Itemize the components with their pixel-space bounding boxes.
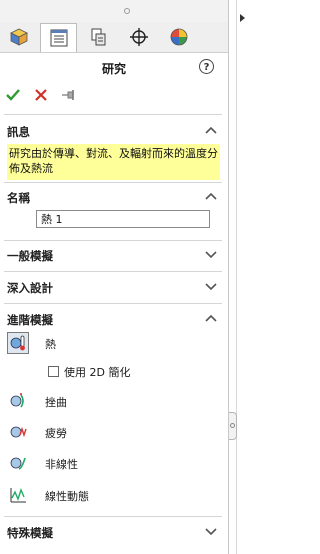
- tab-display-manager[interactable]: [160, 23, 197, 51]
- chevron-down-icon[interactable]: [205, 526, 217, 536]
- study-type-buckling[interactable]: 挫曲: [7, 390, 217, 414]
- study-type-linear-dynamic[interactable]: 線性動態: [7, 484, 217, 508]
- display-manager-icon: [170, 28, 187, 46]
- feature-manager-icon: [9, 28, 28, 46]
- section-label: 特殊模擬: [7, 526, 53, 540]
- use-2d-simplification-label: 使用 2D 簡化: [64, 366, 131, 379]
- tab-configuration-manager[interactable]: [80, 23, 117, 51]
- study-type-thermal[interactable]: 熱: [7, 332, 217, 356]
- tab-dimxpert[interactable]: [120, 23, 157, 51]
- chevron-down-icon[interactable]: [205, 281, 217, 291]
- divider: [4, 303, 222, 304]
- study-type-label: 線性動態: [45, 490, 89, 503]
- nonlinear-study-icon: [7, 452, 29, 474]
- section-label: 訊息: [7, 125, 30, 139]
- tab-feature-manager[interactable]: [0, 23, 37, 51]
- section-label: 名稱: [7, 191, 30, 205]
- pin-icon: [62, 90, 74, 100]
- keep-visible-button[interactable]: [60, 86, 78, 104]
- section-design-insight-header[interactable]: 深入設計: [0, 276, 228, 298]
- drag-handle[interactable]: [124, 8, 130, 14]
- title-bar: 研究 ?: [0, 56, 228, 80]
- study-type-label: 挫曲: [45, 396, 67, 409]
- property-manager-panel: 研究 ? 訊息 研究由於傳導、對流、及輻射而來的溫度分佈及熱流 名稱 熱 1 一…: [0, 0, 228, 554]
- message-text: 研究由於傳導、對流、及輻射而來的溫度分佈及熱流: [7, 144, 220, 180]
- section-message-header[interactable]: 訊息: [0, 120, 228, 142]
- panel-resize-grip[interactable]: [229, 412, 237, 440]
- study-type-label: 非線性: [45, 458, 78, 471]
- section-specialized-header[interactable]: 特殊模擬: [0, 521, 228, 543]
- grip-dot: [230, 423, 235, 428]
- graphics-area-edge: [229, 0, 253, 554]
- manager-tab-bar: [0, 22, 228, 53]
- thermal-study-icon: [7, 332, 29, 354]
- configuration-manager-icon: [91, 28, 105, 46]
- section-label: 深入設計: [7, 281, 53, 295]
- study-type-fatigue[interactable]: 疲勞: [7, 421, 217, 445]
- section-label: 進階模擬: [7, 313, 53, 327]
- study-type-label: 熱: [45, 338, 56, 351]
- section-label: 一般模擬: [7, 249, 53, 263]
- divider: [4, 182, 222, 183]
- use-2d-simplification-checkbox[interactable]: [48, 366, 59, 377]
- help-icon[interactable]: ?: [199, 59, 214, 74]
- check-icon: [6, 89, 20, 101]
- section-name-header[interactable]: 名稱: [0, 186, 228, 208]
- divider: [4, 240, 222, 241]
- chevron-up-icon[interactable]: [205, 125, 217, 135]
- study-name-field[interactable]: [36, 210, 210, 228]
- ok-button[interactable]: [4, 86, 22, 104]
- study-type-nonlinear[interactable]: 非線性: [7, 452, 217, 476]
- expand-arrow-icon[interactable]: [240, 14, 245, 22]
- dimxpert-icon: [129, 28, 148, 46]
- fatigue-study-icon: [7, 421, 29, 443]
- property-manager-icon: [50, 29, 67, 47]
- cancel-button[interactable]: [32, 86, 50, 104]
- linear-dynamic-study-icon: [7, 484, 29, 506]
- chevron-down-icon[interactable]: [205, 249, 217, 259]
- divider: [4, 271, 222, 272]
- action-buttons: [4, 84, 78, 106]
- section-advanced-header[interactable]: 進階模擬: [0, 308, 228, 330]
- divider: [4, 114, 222, 115]
- panel-top-strip: [0, 0, 228, 22]
- study-type-label: 疲勞: [45, 427, 67, 440]
- divider: [4, 516, 222, 517]
- panel-border: [236, 0, 237, 554]
- tab-property-manager[interactable]: [40, 23, 77, 52]
- chevron-up-icon[interactable]: [205, 313, 217, 323]
- close-icon: [35, 89, 47, 101]
- section-general-header[interactable]: 一般模擬: [0, 244, 228, 266]
- buckling-study-icon: [7, 390, 29, 412]
- page-title: 研究: [101, 62, 126, 76]
- chevron-up-icon[interactable]: [205, 191, 217, 201]
